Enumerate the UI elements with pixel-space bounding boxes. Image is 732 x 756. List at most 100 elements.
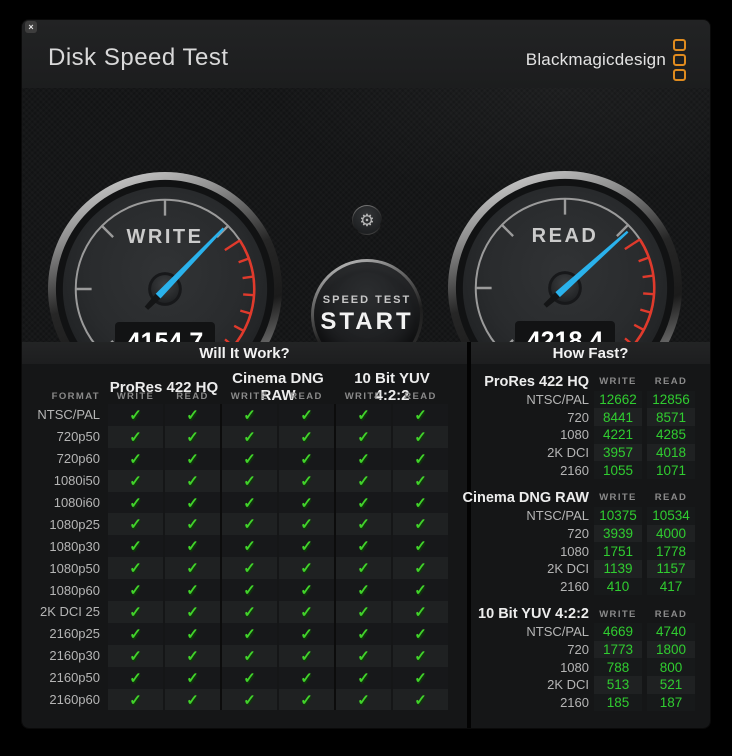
write-speed-value: 3957 <box>594 443 642 462</box>
check-icon: ✓ <box>186 560 199 578</box>
check-cell: ✓ <box>279 469 334 492</box>
table-row: 2160p25 ✓ ✓ ✓ ✓ ✓ ✓ <box>22 622 467 645</box>
check-icon: ✓ <box>357 428 370 446</box>
table-row: 1080 1751 1778 <box>471 542 710 560</box>
write-read-subheader: READ <box>404 390 437 402</box>
check-cell: ✓ <box>108 404 163 426</box>
read-speed-value: 4000 <box>647 524 695 543</box>
table-row: 2K DCI 25 ✓ ✓ ✓ ✓ ✓ ✓ <box>22 601 467 623</box>
check-cell: ✓ <box>165 404 220 426</box>
check-icon: ✓ <box>243 538 256 556</box>
write-speed-value: 3939 <box>594 524 642 543</box>
check-cell: ✓ <box>336 557 391 580</box>
check-icon: ✓ <box>129 472 142 490</box>
read-speed-value: 10534 <box>647 506 695 525</box>
start-button-subtitle: SPEED TEST <box>322 294 412 306</box>
table-row: 1080 788 800 <box>471 658 710 676</box>
close-button[interactable]: × <box>25 21 37 33</box>
format-label: 1080i50 <box>53 473 100 489</box>
check-cell: ✓ <box>165 601 220 623</box>
check-icon: ✓ <box>357 538 370 556</box>
how-fast-section-header: ProRes 422 HQ WRITE READ <box>471 373 710 391</box>
check-cell: ✓ <box>165 535 220 558</box>
table-row: 1080p30 ✓ ✓ ✓ ✓ ✓ ✓ <box>22 535 467 558</box>
check-icon: ✓ <box>300 560 313 578</box>
check-icon: ✓ <box>186 647 199 665</box>
how-fast-section: ProRes 422 HQ WRITE READ NTSC/PAL 12662 12856… <box>471 373 710 480</box>
check-cell: ✓ <box>336 666 391 689</box>
check-icon: ✓ <box>414 603 427 621</box>
write-column-header: WRITE <box>599 376 637 388</box>
check-icon: ✓ <box>300 406 313 424</box>
screen: × Disk Speed Test Blackmagicdesign WRITE… <box>0 0 732 756</box>
page-title: Disk Speed Test <box>48 44 229 71</box>
check-cell: ✓ <box>108 425 163 448</box>
check-cell: ✓ <box>279 557 334 580</box>
check-icon: ✓ <box>129 406 142 424</box>
check-icon: ✓ <box>243 625 256 643</box>
how-fast-header: How Fast? <box>471 342 710 364</box>
check-icon: ✓ <box>129 625 142 643</box>
brand-logo: Blackmagicdesign <box>526 20 686 94</box>
settings-button[interactable]: ⚙ <box>352 205 382 235</box>
write-read-subheader: WRITE <box>230 390 269 402</box>
check-icon: ✓ <box>186 472 199 490</box>
format-label: 1080i60 <box>53 495 100 510</box>
check-cell: ✓ <box>336 644 391 667</box>
table-row: 720p50 ✓ ✓ ✓ ✓ ✓ ✓ <box>22 425 467 448</box>
check-cell: ✓ <box>336 469 391 492</box>
check-cell: ✓ <box>393 404 448 426</box>
check-icon: ✓ <box>414 538 427 556</box>
write-speed-value: 1139 <box>594 559 642 578</box>
write-speed-value: 8441 <box>594 408 642 427</box>
check-icon: ✓ <box>129 538 142 556</box>
check-icon: ✓ <box>129 603 142 621</box>
format-label: 2160 <box>560 462 589 478</box>
format-label: NTSC/PAL <box>526 392 589 408</box>
format-label: 720 <box>567 641 589 657</box>
how-fast-panel: How Fast? ProRes 422 HQ WRITE READ NTSC/PAL… <box>463 342 710 728</box>
check-icon: ✓ <box>129 647 142 665</box>
check-cell: ✓ <box>336 688 391 711</box>
check-cell: ✓ <box>108 469 163 492</box>
check-cell: ✓ <box>279 644 334 667</box>
check-icon: ✓ <box>357 494 370 512</box>
table-row: NTSC/PAL 10375 10534 <box>471 506 710 525</box>
read-speed-value: 1778 <box>647 542 695 560</box>
check-cell: ✓ <box>165 469 220 492</box>
titlebar: × Disk Speed Test Blackmagicdesign <box>22 20 710 88</box>
check-cell: ✓ <box>393 579 448 602</box>
check-cell: ✓ <box>279 404 334 426</box>
check-icon: ✓ <box>243 472 256 490</box>
table-row: 1080p25 ✓ ✓ ✓ ✓ ✓ ✓ <box>22 513 467 536</box>
check-icon: ✓ <box>414 647 427 665</box>
check-cell: ✓ <box>393 535 448 558</box>
how-fast-section-header: Cinema DNG RAW WRITE READ <box>463 489 710 507</box>
codec-group-header: 10 Bit YUV 4:2:2 <box>478 606 589 623</box>
write-speed-value: 1055 <box>594 461 642 480</box>
check-cell: ✓ <box>393 601 448 623</box>
will-it-work-panel: Will It Work? ProRes 422 HQ Cinema DNG RA… <box>22 342 467 728</box>
check-icon: ✓ <box>357 406 370 424</box>
check-cell: ✓ <box>165 666 220 689</box>
check-cell: ✓ <box>165 491 220 514</box>
check-icon: ✓ <box>243 406 256 424</box>
check-icon: ✓ <box>129 494 142 512</box>
check-cell: ✓ <box>222 557 277 580</box>
check-icon: ✓ <box>186 450 199 468</box>
check-icon: ✓ <box>414 406 427 424</box>
check-icon: ✓ <box>414 472 427 490</box>
check-icon: ✓ <box>414 582 427 600</box>
check-cell: ✓ <box>165 688 220 711</box>
read-speed-value: 1800 <box>647 640 695 659</box>
write-column-header: WRITE <box>599 608 637 620</box>
write-speed-value: 1773 <box>594 640 642 659</box>
table-row: 2K DCI 1139 1157 <box>471 559 710 578</box>
check-icon: ✓ <box>300 428 313 446</box>
check-cell: ✓ <box>222 513 277 536</box>
will-it-work-group-headers: ProRes 422 HQ Cinema DNG RAW 10 Bit YUV 4:… <box>22 370 467 404</box>
check-cell: ✓ <box>108 513 163 536</box>
check-cell: ✓ <box>222 688 277 711</box>
check-icon: ✓ <box>414 691 427 709</box>
check-cell: ✓ <box>393 447 448 470</box>
